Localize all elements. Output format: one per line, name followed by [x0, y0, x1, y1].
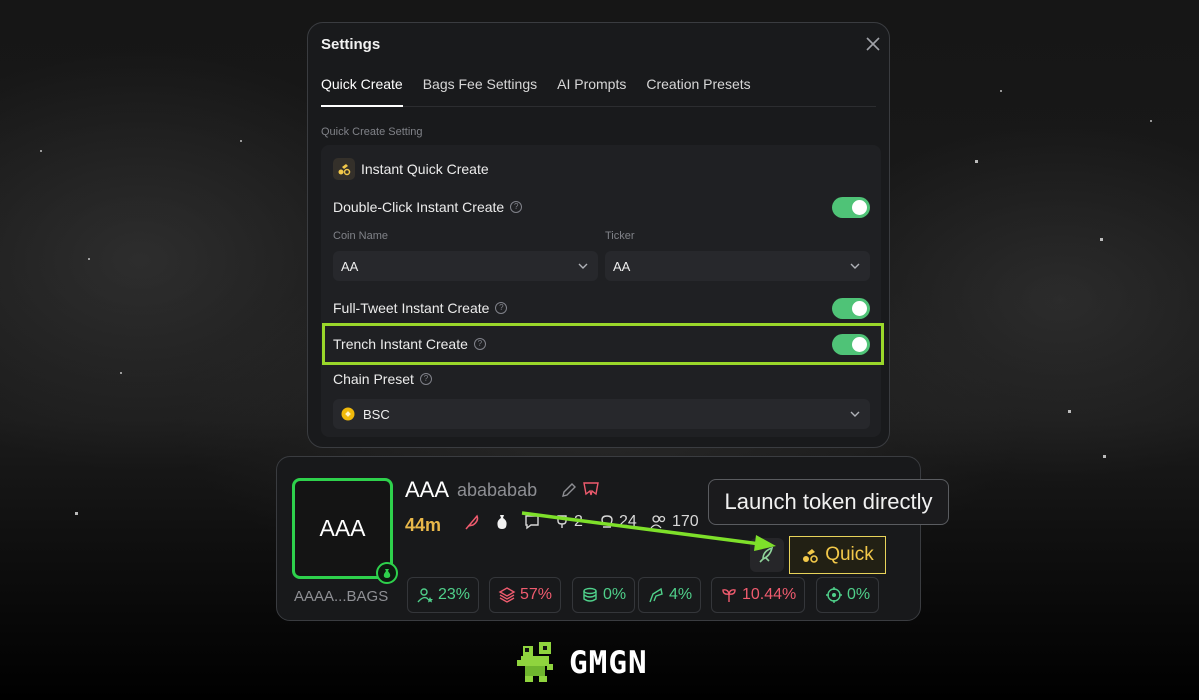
- settings-tabs: Quick Create Bags Fee Settings AI Prompt…: [321, 73, 876, 107]
- double-click-toggle[interactable]: [832, 197, 870, 218]
- quick-create-icon: [333, 158, 355, 180]
- mask-icon: [583, 482, 599, 496]
- tab-quick-create[interactable]: Quick Create: [321, 73, 403, 107]
- coin-name-value: AA: [341, 258, 359, 274]
- pill-sniper[interactable]: 4%: [638, 577, 702, 613]
- bsc-icon: [341, 407, 355, 421]
- full-tweet-toggle[interactable]: [832, 298, 870, 319]
- pill-value: 0%: [847, 586, 871, 603]
- star-decoration: [75, 512, 78, 515]
- gmgn-logo: GMGN: [515, 642, 648, 684]
- token-address[interactable]: AAAA...BAGS: [294, 588, 388, 605]
- star-decoration: [120, 372, 122, 374]
- ticker-select[interactable]: AA: [605, 251, 870, 281]
- double-click-label: Double-Click Instant Create: [333, 199, 505, 215]
- instant-quick-create-label: Instant Quick Create: [361, 161, 489, 177]
- brand-name: GMGN: [569, 645, 648, 681]
- quick-icon: [803, 549, 819, 563]
- pill-value: 0%: [603, 586, 627, 603]
- pill-value: 57%: [520, 586, 553, 603]
- coin-name-label: Coin Name: [333, 230, 389, 242]
- ticker-value: AA: [613, 258, 631, 274]
- pill-top10[interactable]: 23%: [407, 577, 480, 613]
- help-icon[interactable]: ?: [495, 302, 508, 314]
- quick-button-label: Quick: [825, 544, 874, 565]
- launch-tooltip: Launch token directly: [708, 479, 949, 525]
- star-decoration: [1068, 410, 1071, 413]
- settings-title: Settings: [321, 36, 381, 53]
- full-tweet-row: Full-Tweet Instant Create ?: [333, 300, 508, 316]
- chain-preset-label: Chain Preset: [333, 371, 414, 387]
- full-tweet-label: Full-Tweet Instant Create: [333, 300, 490, 316]
- chain-preset-select[interactable]: BSC: [333, 399, 870, 429]
- tab-bags-fee-settings[interactable]: Bags Fee Settings: [423, 73, 537, 107]
- token-name: abababab: [457, 480, 538, 500]
- pill-target[interactable]: 0%: [816, 577, 880, 613]
- star-decoration: [1103, 455, 1106, 458]
- double-click-row: Double-Click Instant Create ?: [333, 199, 523, 215]
- quick-create-card: Instant Quick Create Double-Click Instan…: [321, 145, 881, 437]
- pill-coins[interactable]: 0%: [572, 577, 636, 613]
- feather-icon: [465, 514, 479, 530]
- star-decoration: [1000, 90, 1002, 92]
- coins-icon: [583, 587, 597, 602]
- pill-dev[interactable]: 57%: [489, 577, 562, 613]
- star-decoration: [240, 140, 242, 142]
- pill-bundle[interactable]: 10.44%: [711, 577, 806, 613]
- coin-name-select[interactable]: AA: [333, 251, 598, 281]
- money-bag-icon: [497, 515, 507, 529]
- chain-preset-value: BSC: [363, 406, 390, 422]
- bag-icon: [376, 562, 398, 584]
- trench-highlight: [322, 323, 884, 365]
- star-decoration: [1150, 120, 1152, 122]
- settings-modal: Settings Quick Create Bags Fee Settings …: [307, 22, 890, 448]
- star-decoration: [40, 150, 42, 152]
- chevron-down-icon: [850, 263, 860, 269]
- help-icon[interactable]: ?: [510, 201, 523, 213]
- quick-button[interactable]: Quick: [789, 536, 886, 574]
- instant-quick-create-header: Instant Quick Create: [333, 158, 489, 180]
- star-decoration: [975, 160, 978, 163]
- layers-icon: [498, 587, 516, 603]
- close-icon[interactable]: [864, 35, 882, 53]
- token-age: 44m: [405, 515, 442, 535]
- target-icon: [826, 587, 842, 603]
- star-decoration: [88, 258, 90, 260]
- pill-value: 10.44%: [742, 586, 797, 603]
- section-label: Quick Create Setting: [321, 126, 423, 138]
- ticker-label: Ticker: [605, 230, 635, 242]
- frog-logo-icon: [517, 642, 553, 682]
- bundle-icon: [722, 589, 736, 602]
- tab-ai-prompts[interactable]: AI Prompts: [557, 73, 626, 107]
- user-star-icon: [417, 588, 433, 603]
- help-icon[interactable]: ?: [419, 373, 432, 385]
- chevron-down-icon: [850, 411, 860, 417]
- edit-icon[interactable]: [560, 481, 578, 499]
- tab-creation-presets[interactable]: Creation Presets: [646, 73, 750, 107]
- pill-value: 23%: [438, 586, 471, 603]
- token-thumbnail[interactable]: AAA: [292, 478, 398, 584]
- sniper-icon: [649, 587, 663, 603]
- token-symbol: AAA: [405, 477, 450, 502]
- star-decoration: [1100, 238, 1103, 241]
- token-thumb-text: AAA: [319, 515, 366, 541]
- pill-value: 4%: [669, 586, 693, 603]
- chain-preset-row: Chain Preset ?: [333, 371, 432, 387]
- chevron-down-icon: [578, 263, 588, 269]
